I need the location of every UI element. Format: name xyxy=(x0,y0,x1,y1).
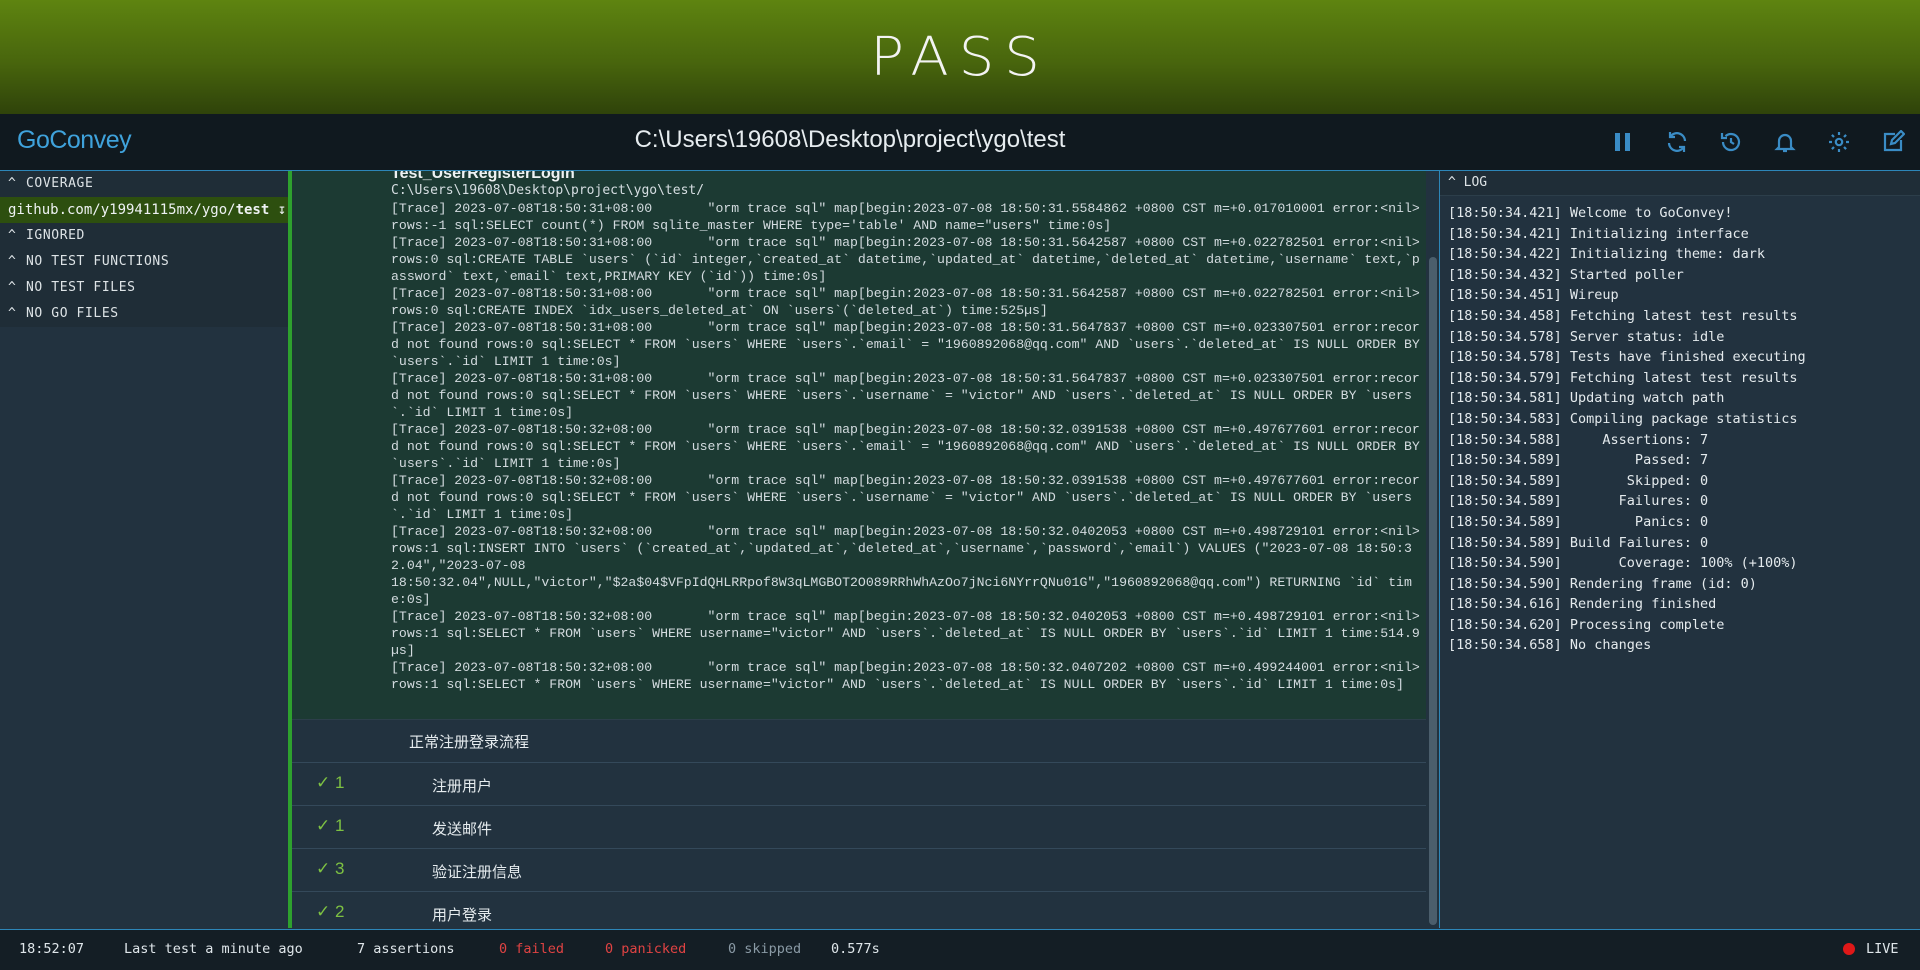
edit-icon[interactable] xyxy=(1866,114,1920,170)
chevron-up-icon: ^ xyxy=(8,254,17,269)
story-label: 正常注册登录流程 xyxy=(409,734,530,751)
sidebar: ^ COVERAGE github.com/y19941115mx/ygo/tes… xyxy=(0,171,289,928)
watch-path[interactable]: C:\Users\19608\Desktop\project\ygo\test xyxy=(0,126,1700,154)
skipped-count: 0 skipped xyxy=(728,941,802,957)
live-indicator-icon xyxy=(1843,943,1855,955)
assertion-label: 发送邮件 xyxy=(432,821,493,838)
section-label: NO GO FILES xyxy=(26,306,119,321)
history-icon[interactable] xyxy=(1704,114,1758,170)
assertion-row: ✓ 1 发送邮件 xyxy=(292,806,1426,849)
sidebar-section-ignored[interactable]: ^ IGNORED xyxy=(0,223,288,249)
section-label: NO TEST FUNCTIONS xyxy=(26,254,170,269)
log-panel: ^ LOG [18:50:34.421] Welcome to GoConvey… xyxy=(1439,171,1920,928)
log-title: LOG xyxy=(1463,175,1488,190)
chevron-up-icon: ^ xyxy=(1448,175,1464,190)
pass-count: ✓ 1 xyxy=(316,773,345,792)
clock: 18:52:07 xyxy=(19,941,85,957)
duration: 0.577s xyxy=(831,941,880,957)
failed-count: 0 failed xyxy=(499,941,565,957)
test-output-log: [Trace] 2023-07-08T18:50:31+08:00 "orm t… xyxy=(391,201,1420,692)
section-label: IGNORED xyxy=(26,228,85,243)
status-banner: PASS xyxy=(0,0,1920,114)
sidebar-section-no-test-files[interactable]: ^ NO TEST FILES xyxy=(0,275,288,301)
test-output-block: Test_UserRegisterLogin C:\Users\19608\De… xyxy=(292,171,1426,720)
pause-icon[interactable] xyxy=(1596,114,1650,170)
package-name: test xyxy=(235,202,270,218)
assertion-row: ✓ 1 注册用户 xyxy=(292,763,1426,806)
refresh-icon[interactable] xyxy=(1650,114,1704,170)
live-label: LIVE xyxy=(1866,941,1899,957)
assertion-row: ✓ 3 验证注册信息 xyxy=(292,849,1426,892)
last-test-time: Last test a minute ago xyxy=(124,941,303,957)
sidebar-section-no-test-functions[interactable]: ^ NO TEST FUNCTIONS xyxy=(0,249,288,275)
status-text: PASS xyxy=(870,26,1050,88)
toolbar xyxy=(1596,114,1920,170)
log-section-header[interactable]: ^ LOG xyxy=(1440,171,1920,196)
pass-count: ✓ 3 xyxy=(316,859,345,878)
scrollbar-thumb[interactable] xyxy=(1429,257,1437,925)
chevron-up-icon: ^ xyxy=(8,280,17,295)
panicked-count: 0 panicked xyxy=(605,941,687,957)
status-footer: 18:52:07 Last test a minute ago 7 assert… xyxy=(0,929,1920,970)
assertion-label: 验证注册信息 xyxy=(432,864,523,881)
section-label: COVERAGE xyxy=(26,176,94,191)
story-row: 正常注册登录流程 xyxy=(292,720,1426,763)
assertions-count: 7 assertions xyxy=(357,941,455,957)
log-lines: [18:50:34.421] Welcome to GoConvey! [18:… xyxy=(1448,205,1806,654)
pass-count: ✓ 1 xyxy=(316,816,345,835)
chevron-up-icon: ^ xyxy=(8,176,17,191)
gear-icon[interactable] xyxy=(1812,114,1866,170)
chevron-up-icon: ^ xyxy=(8,228,17,243)
bell-icon[interactable] xyxy=(1758,114,1812,170)
sidebar-section-no-go-files[interactable]: ^ NO GO FILES xyxy=(0,301,288,327)
chevron-up-icon: ^ xyxy=(8,306,17,321)
header-bar: GoConvey C:\Users\19608\Desktop\project\… xyxy=(0,114,1920,171)
assertion-row: ✓ 2 用户登录 xyxy=(292,892,1426,928)
assertion-label: 注册用户 xyxy=(432,778,493,795)
test-function-name[interactable]: Test_UserRegisterLogin xyxy=(391,171,575,183)
pass-count: ✓ 2 xyxy=(316,902,345,921)
coverage-package-row[interactable]: github.com/y19941115mx/ygo/test ↧ xyxy=(0,197,288,223)
section-label: NO TEST FILES xyxy=(26,280,136,295)
package-prefix: github.com/y19941115mx/ygo/ xyxy=(8,202,236,218)
results-panel: Test_UserRegisterLogin C:\Users\19608\De… xyxy=(288,171,1438,928)
test-path: C:\Users\19608\Desktop\project\ygo\test/ xyxy=(391,183,705,198)
download-arrow-icon[interactable]: ↧ xyxy=(278,202,286,218)
assertion-label: 用户登录 xyxy=(432,907,493,924)
sidebar-section-coverage[interactable]: ^ COVERAGE xyxy=(0,171,288,197)
